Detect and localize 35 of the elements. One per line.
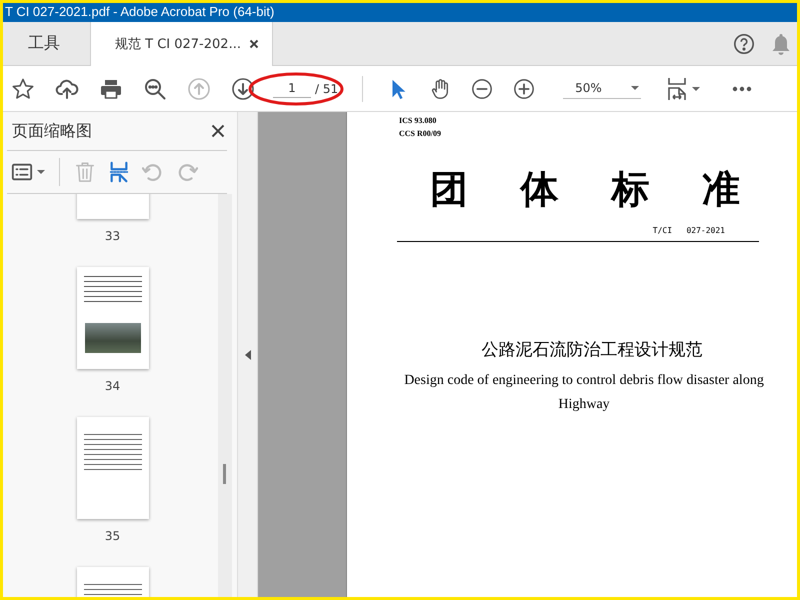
collapse-arrow-icon[interactable]: [244, 350, 250, 360]
page-number: 33: [104, 229, 120, 243]
page-number: 35: [104, 529, 120, 543]
standard-code: CCS R00/09: [399, 128, 442, 140]
document-tab[interactable]: 规范 T CI 027-202...: [91, 22, 273, 66]
page-number: 34: [104, 379, 120, 393]
zoom-dropdown[interactable]: 50%: [563, 78, 642, 99]
more-icon[interactable]: [732, 86, 752, 92]
help-icon[interactable]: [733, 32, 755, 54]
scrollbar[interactable]: [218, 194, 232, 597]
insert-pages-icon[interactable]: [108, 161, 130, 183]
document-title: 公路泥石流防治工程设计规范: [480, 339, 704, 361]
heading-char: 体: [520, 168, 559, 212]
page-thumbnail[interactable]: [76, 417, 148, 519]
window-title: T CI 027-2021.pdf - Adobe Acrobat Pro (64-bit): [4, 3, 276, 20]
photo-placeholder: [84, 323, 140, 353]
page-number-field[interactable]: 1: [273, 79, 311, 98]
zoom-search-icon[interactable]: [143, 76, 167, 100]
page-fit-button[interactable]: [667, 76, 700, 100]
standard-number: T/CI 027-2021: [652, 226, 725, 235]
zoom-in-icon[interactable]: [513, 78, 536, 100]
heading-char: 团: [430, 168, 468, 212]
panel-title: 页面缩略图: [12, 120, 92, 142]
star-icon[interactable]: [11, 76, 35, 100]
list-view-icon[interactable]: [11, 161, 33, 183]
standard-code: ICS 93.080: [399, 115, 438, 127]
document-subtitle: Design code of engineering to control debris flow disaster along Highway: [403, 372, 765, 414]
heading-char: 标: [611, 168, 650, 212]
page-count: / 51: [315, 82, 338, 96]
arrow-down-circle-icon[interactable]: [231, 76, 255, 100]
heading-char: 准: [702, 168, 740, 212]
close-icon[interactable]: [248, 39, 259, 49]
close-icon[interactable]: [211, 124, 225, 138]
zoom-out-icon[interactable]: [471, 78, 494, 100]
page-thumbnail[interactable]: [76, 267, 148, 369]
